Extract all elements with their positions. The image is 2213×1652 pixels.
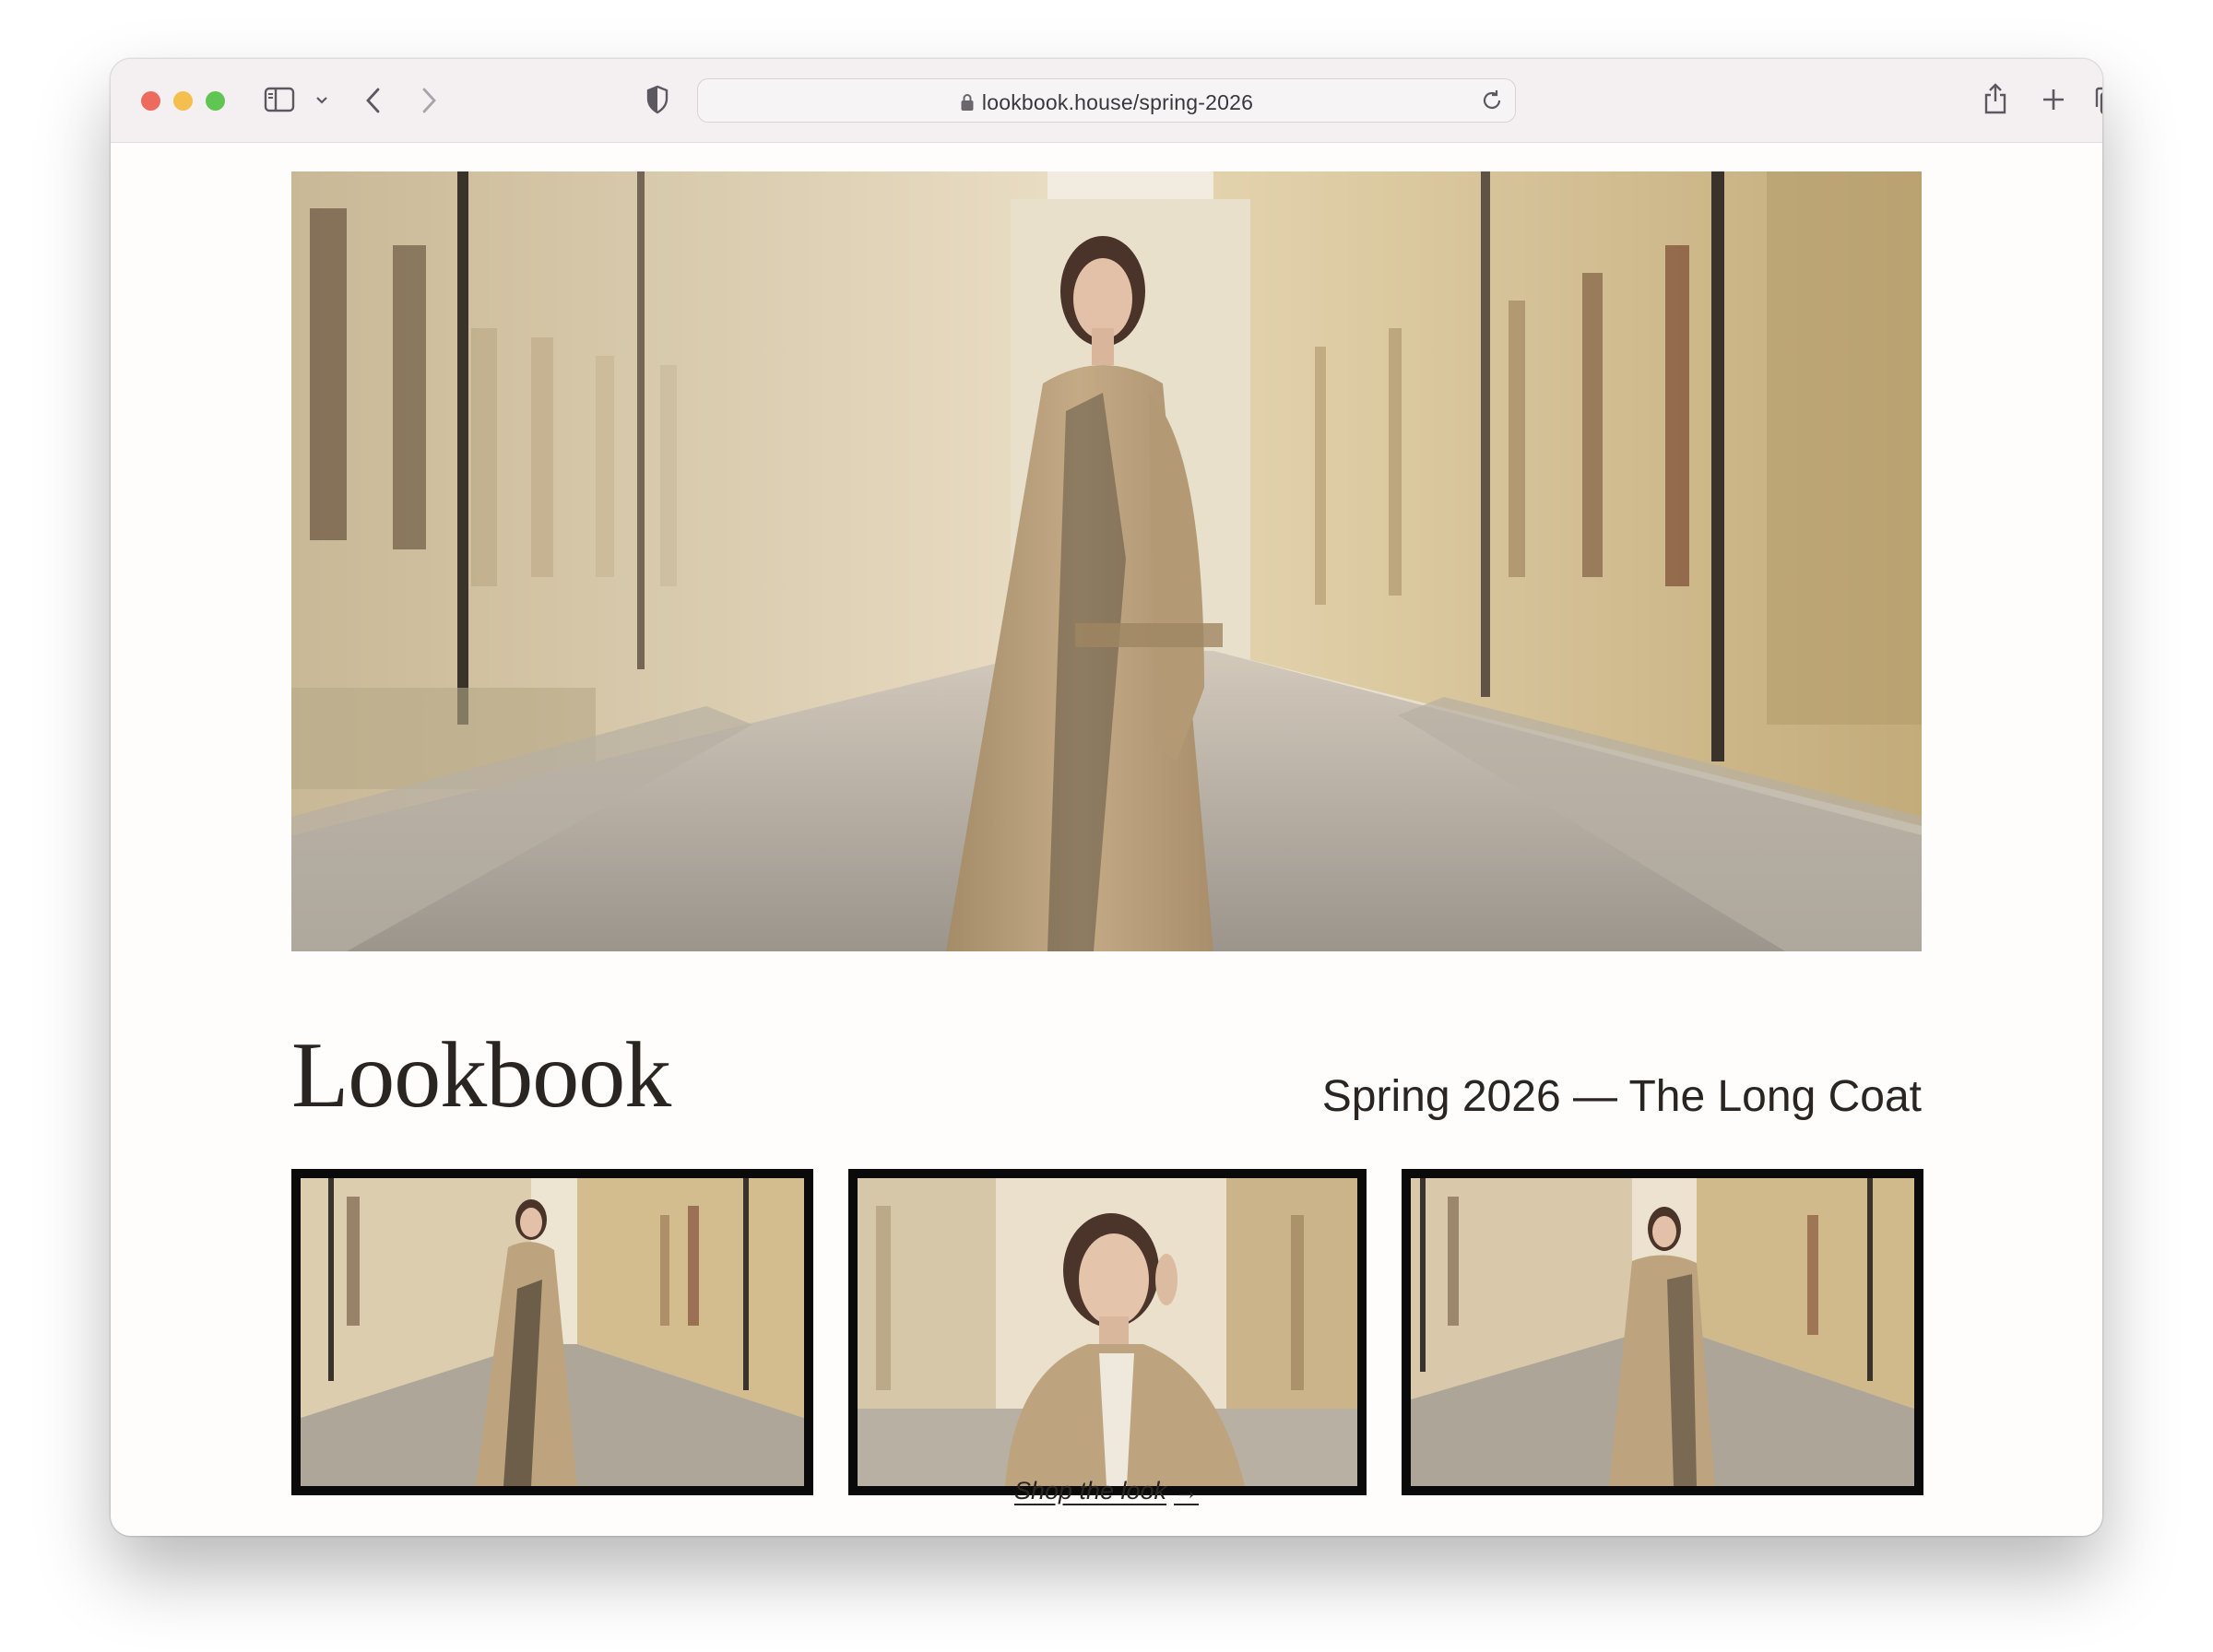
page-content: Lookbook Spring 2026 — The Long Coat Sho… xyxy=(111,144,2102,1536)
zoom-window-button[interactable] xyxy=(206,91,225,111)
sidebar-icon[interactable] xyxy=(264,87,295,112)
thumbnail-photo xyxy=(301,1178,804,1486)
page-title: Lookbook xyxy=(291,1023,671,1127)
shop-link-label: Shop the look xyxy=(1013,1477,1167,1504)
shop-the-look-link[interactable]: Shop the look → xyxy=(1014,1477,1199,1504)
arrow-right-icon: → xyxy=(1174,1477,1200,1504)
forward-icon[interactable] xyxy=(420,87,438,114)
browser-window: lookbook.house/spring-2026 Lookbook Spri… xyxy=(111,59,2102,1536)
reload-icon[interactable] xyxy=(1480,88,1504,112)
close-window-button[interactable] xyxy=(141,91,160,111)
address-bar[interactable]: lookbook.house/spring-2026 xyxy=(697,78,1516,123)
lookbook-thumbnail-3[interactable] xyxy=(1402,1169,1923,1495)
shield-icon[interactable] xyxy=(645,85,669,114)
hero-photo xyxy=(291,171,1922,951)
browser-toolbar: lookbook.house/spring-2026 xyxy=(111,59,2102,143)
share-icon[interactable] xyxy=(1982,81,2009,116)
page-subtitle: Spring 2026 — The Long Coat xyxy=(1321,1072,1922,1121)
thumbnail-photo xyxy=(858,1178,1357,1486)
shop-the-look: Shop the look → xyxy=(111,1477,2102,1505)
url-text: lookbook.house/spring-2026 xyxy=(981,90,1254,114)
minimize-window-button[interactable] xyxy=(173,91,193,111)
lookbook-thumbnail-1[interactable] xyxy=(291,1169,813,1495)
tabs-overview-icon[interactable] xyxy=(2093,85,2102,116)
lock-icon xyxy=(960,92,975,117)
new-tab-icon[interactable] xyxy=(2041,87,2066,112)
back-icon[interactable] xyxy=(364,87,383,114)
thumbnail-photo xyxy=(1411,1178,1914,1486)
lookbook-thumbnail-2[interactable] xyxy=(848,1169,1367,1495)
chevron-down-icon[interactable] xyxy=(315,96,328,105)
